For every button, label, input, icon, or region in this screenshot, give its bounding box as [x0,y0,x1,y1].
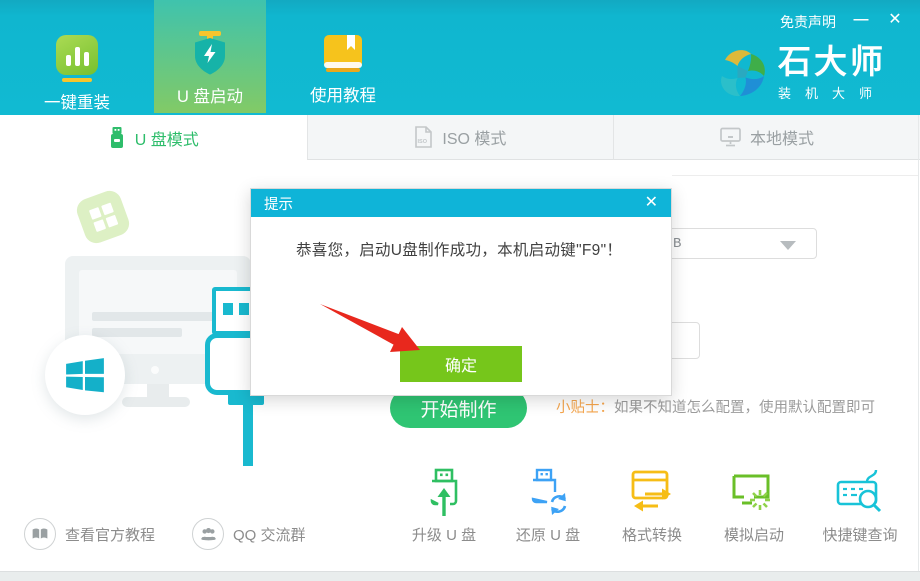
brand-logo: 石大师 装机大师 [716,44,886,102]
usb-cable [243,403,253,466]
link-label: QQ 交流群 [233,524,306,545]
usb-device-select[interactable]: B [650,228,817,259]
tool-label: 还原 U 盘 [516,524,580,545]
dialog-close-icon[interactable]: ✕ [645,195,658,211]
brand-title: 石大师 [778,44,886,80]
monitor-icon [720,127,741,147]
bar-chart-icon [56,35,98,75]
simulate-boot-icon [730,468,778,518]
tool-simulate-boot[interactable]: 模拟启动 [718,468,790,545]
windows-flag-icon [65,357,105,393]
tool-label: 升级 U 盘 [412,524,476,545]
panel-divider [672,175,919,176]
tip-text: 小贴士：如果不知道怎么配置，使用默认配置即可 [556,396,875,417]
chevron-down-icon [780,241,796,250]
people-circle-icon [192,518,224,550]
hotkey-query-icon [835,468,885,518]
nav-label: U 盘启动 [177,83,243,107]
tip-label: 小贴士： [556,400,614,416]
book-icon [321,33,365,75]
qq-group-link[interactable]: QQ 交流群 [192,518,306,550]
svg-text:ISO: ISO [418,139,428,145]
tool-label: 模拟启动 [724,524,784,545]
disclaimer-link[interactable]: 免责声明 [780,12,836,32]
windows-flag-icon [88,202,117,231]
close-button[interactable]: ✕ [882,6,908,32]
usb-device-select-value: B [673,236,681,252]
brand-subtitle: 装机大师 [778,83,886,102]
dialog-header: 提示 ✕ [251,189,671,217]
tab-label: ISO 模式 [442,125,506,149]
upgrade-usb-icon [420,468,468,518]
nav-label: 使用教程 [310,82,376,106]
restore-usb-icon [524,468,572,518]
shield-lightning-icon [187,30,233,76]
dialog-title: 提示 [264,193,293,214]
nav-item-usb-boot[interactable]: U 盘启动 [154,0,266,113]
yellow-underline [62,78,92,82]
monitor-base [122,397,190,407]
brand-swirl-icon [716,44,770,100]
red-pointer-arrow [318,300,426,362]
windows-tile-illustration [74,188,133,247]
success-dialog: 提示 ✕ 恭喜您，启动U盘制作成功，本机启动键"F9"！ 确定 [250,188,672,396]
tab-usb-mode[interactable]: U 盘模式 [0,115,307,160]
dialog-message: 恭喜您，启动U盘制作成功，本机启动键"F9"！ [296,238,646,260]
minimize-button[interactable]: — [848,6,874,32]
tool-hotkey-query[interactable]: 快捷键查询 [818,468,902,545]
usb-drive-icon [108,127,126,148]
tab-label: U 盘模式 [135,126,199,150]
format-convert-icon [628,468,676,518]
link-label: 查看官方教程 [65,524,155,545]
tool-format-convert[interactable]: 格式转换 [616,468,688,545]
tab-iso-mode[interactable]: ISO ISO 模式 [307,115,614,160]
tip-body: 如果不知道怎么配置，使用默认配置即可 [614,400,875,416]
tab-local-mode[interactable]: 本地模式 [613,115,920,160]
nav-item-one-key-reinstall[interactable]: 一键重装 [21,0,133,113]
book-circle-icon [24,518,56,550]
official-tutorial-link[interactable]: 查看官方教程 [24,518,155,550]
content-right-border [918,115,919,572]
tab-label: 本地模式 [750,125,814,149]
mode-tabbar: U 盘模式 ISO ISO 模式 本地模式 [0,115,920,160]
nav-item-tutorial[interactable]: 使用教程 [287,0,399,113]
nav-label: 一键重装 [44,89,110,113]
iso-file-icon: ISO [414,126,433,148]
windows-badge-illustration [45,335,125,415]
tool-upgrade-usb[interactable]: 升级 U 盘 [408,468,480,545]
tool-restore-usb[interactable]: 还原 U 盘 [512,468,584,545]
tool-label: 快捷键查询 [822,524,897,545]
app-header: 一键重装 U 盘启动 使用教程 免责声明 — ✕ 石大师 [0,0,920,115]
tool-label: 格式转换 [622,524,682,545]
